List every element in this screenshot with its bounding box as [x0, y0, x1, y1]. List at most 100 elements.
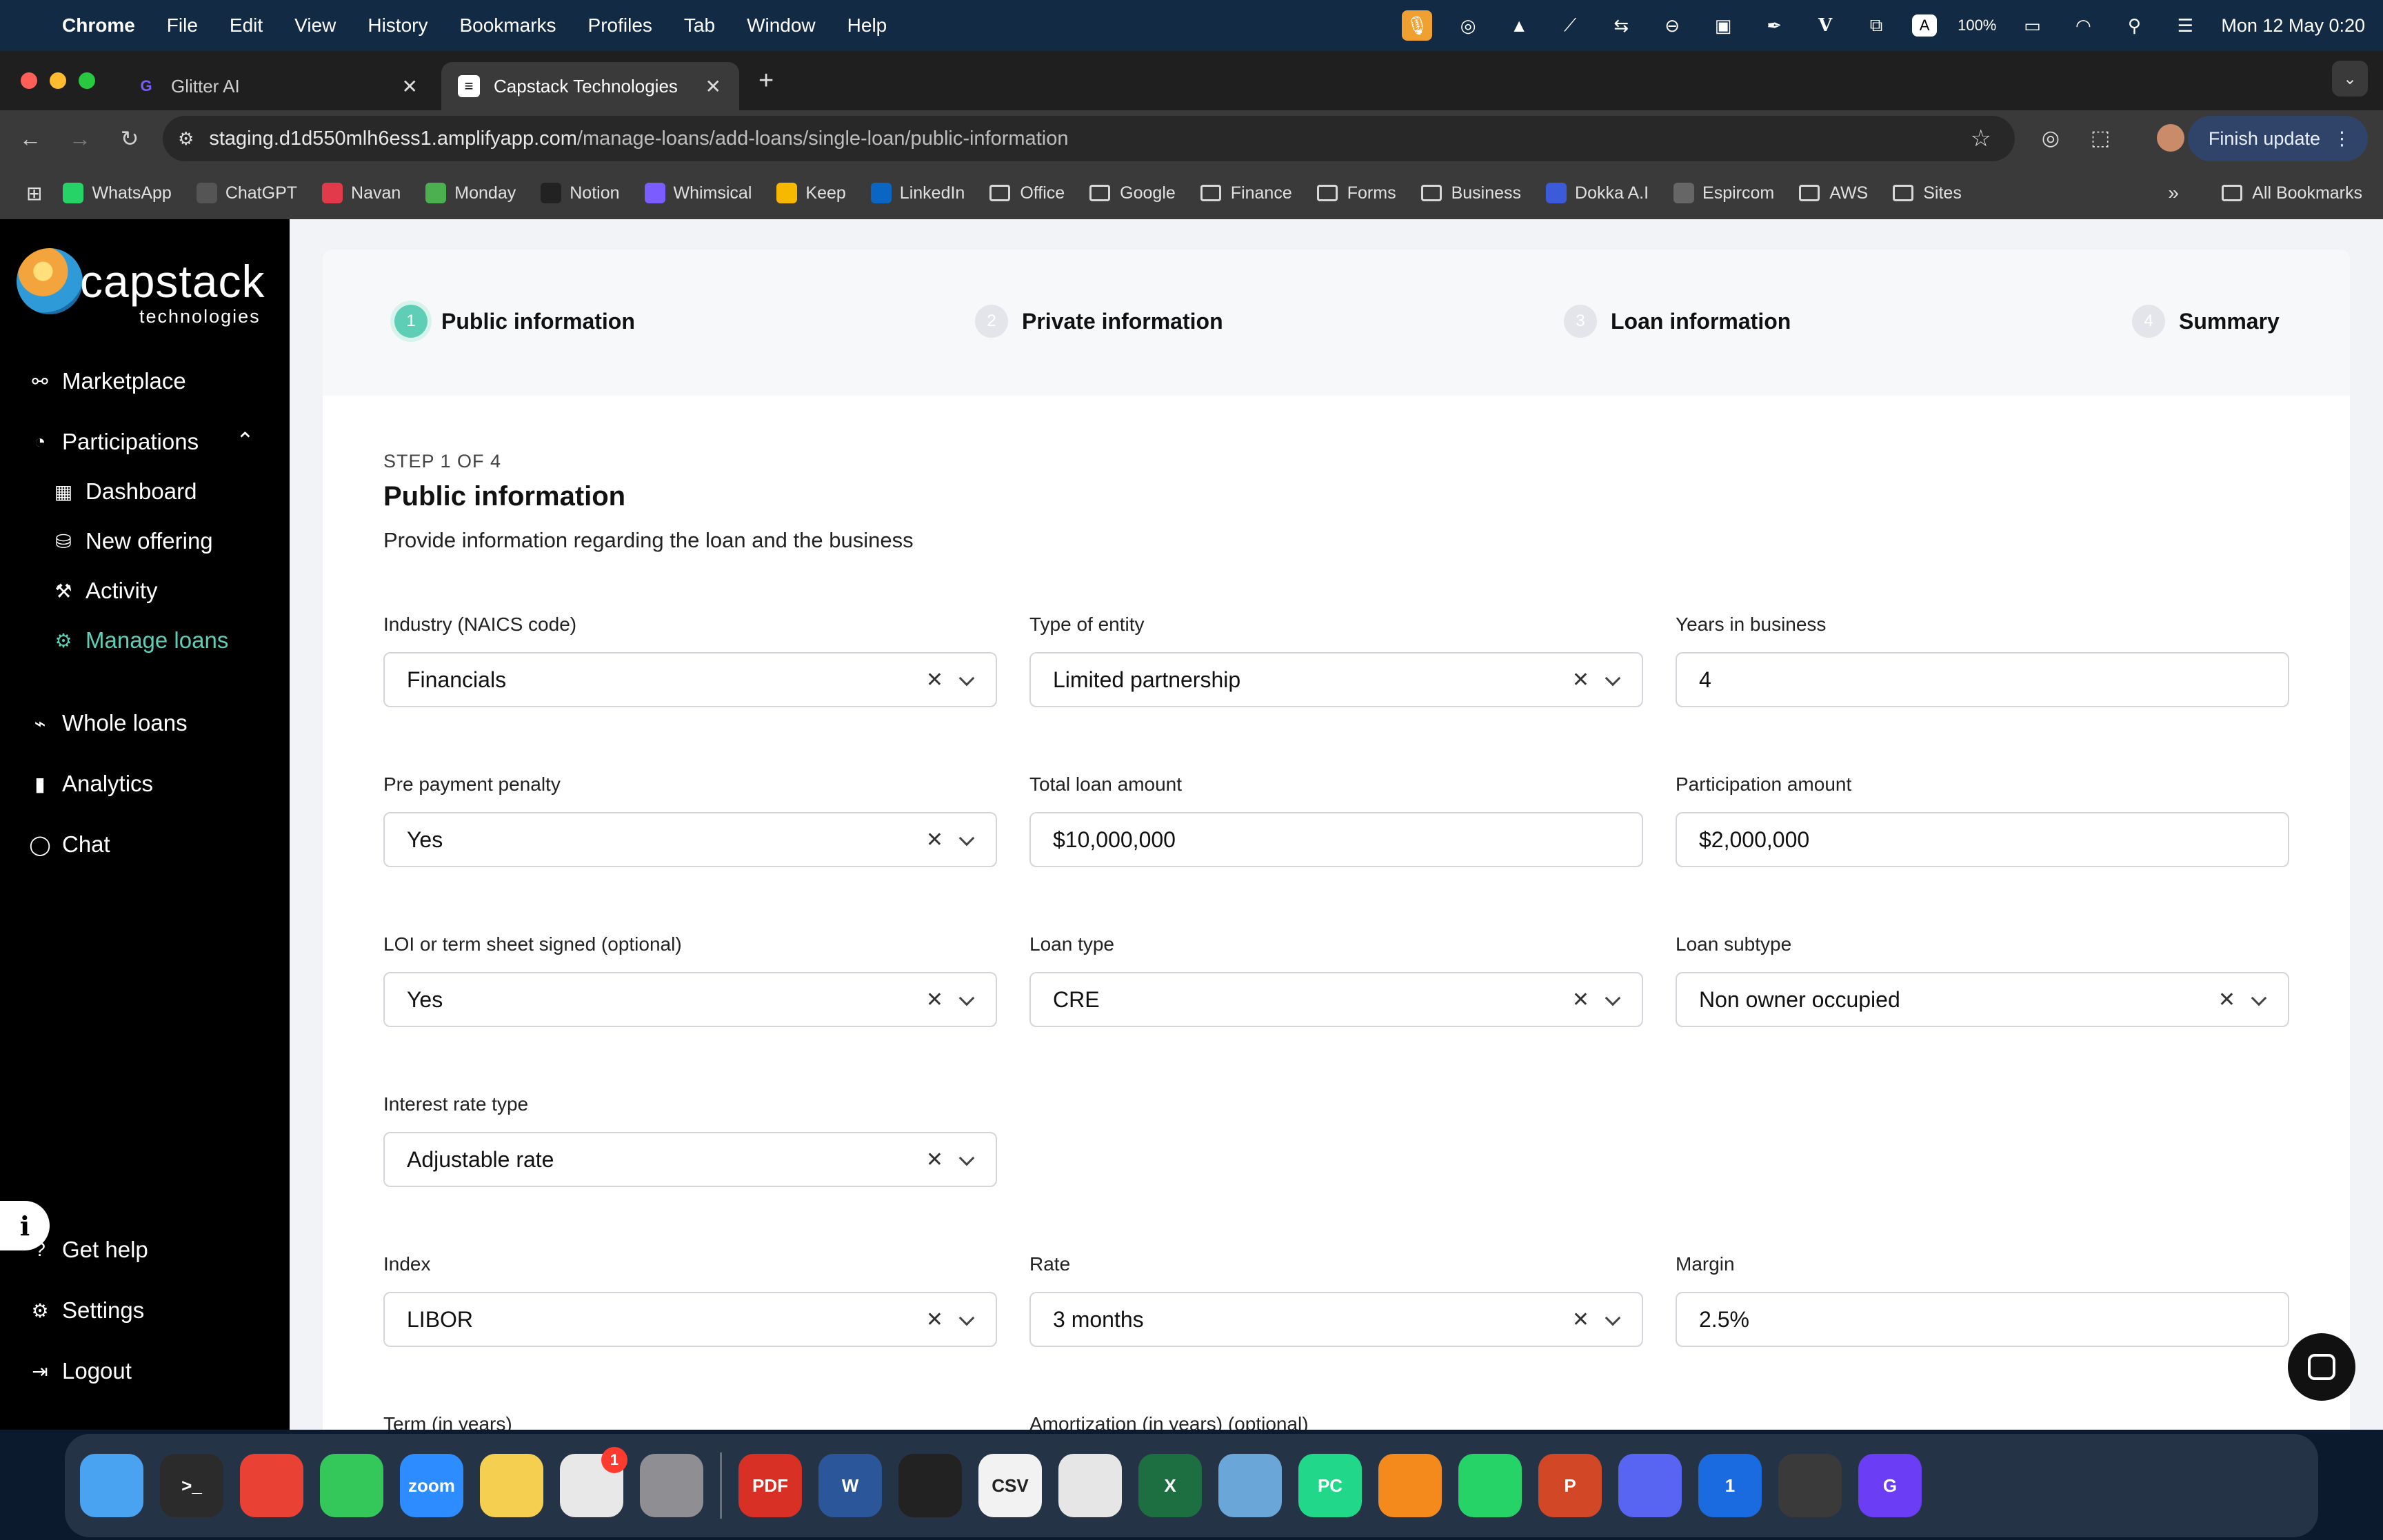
menu-file[interactable]: File — [167, 14, 198, 37]
excel-icon[interactable]: X — [1138, 1454, 1202, 1517]
close-tab-icon[interactable]: ✕ — [705, 75, 721, 98]
sidebar-item-manage-loans[interactable]: ⚙ Manage loans — [51, 627, 228, 654]
preview-icon[interactable] — [1218, 1454, 1282, 1517]
grammarly-extension-icon[interactable]: ◎ — [2035, 123, 2066, 153]
vlc-status-icon[interactable]: ▲ — [1504, 10, 1534, 41]
bookmark-item[interactable]: LinkedIn — [870, 183, 965, 203]
csv-editor-icon[interactable]: CSV — [978, 1454, 1042, 1517]
sidebar-item-dashboard[interactable]: ▦ Dashboard — [51, 478, 197, 505]
chevron-up-icon[interactable]: ⌃ — [236, 427, 254, 454]
minimize-window-icon[interactable] — [50, 72, 66, 89]
keyboard-layout-icon[interactable]: A — [1912, 14, 1938, 37]
zoom-icon[interactable]: zoom — [400, 1454, 463, 1517]
sidebar-item-whole-loans[interactable]: ⌁ Whole loans — [28, 710, 188, 736]
sidebar-item-get-help[interactable]: ? Get help — [28, 1237, 148, 1263]
apps-grid-icon[interactable]: ⊞ — [26, 182, 42, 205]
close-tab-icon[interactable]: ✕ — [402, 75, 418, 98]
stop-status-icon[interactable]: ⊖ — [1657, 10, 1687, 41]
bookmark-item[interactable]: Keep — [776, 183, 846, 203]
chevron-down-icon[interactable] — [958, 830, 975, 847]
chrome-icon[interactable] — [240, 1454, 303, 1517]
tab-glitter-ai[interactable]: G Glitter AI ✕ — [119, 62, 436, 110]
terminal-icon[interactable]: >_ — [160, 1454, 223, 1517]
clear-icon[interactable]: ✕ — [1572, 668, 1589, 692]
type-of-entity-select[interactable]: Limited partnership ✕ — [1029, 652, 1643, 707]
pre-payment-penalty-select[interactable]: Yes ✕ — [383, 812, 997, 867]
bookmark-item[interactable]: Finance — [1200, 183, 1292, 203]
powerpoint-icon[interactable]: P — [1538, 1454, 1602, 1517]
quicktime-icon[interactable] — [1778, 1454, 1842, 1517]
chevron-down-icon[interactable] — [958, 670, 975, 687]
sidebar-item-marketplace[interactable]: ⚯ Marketplace — [28, 368, 185, 394]
support-chat-button[interactable] — [2288, 1333, 2355, 1401]
clear-icon[interactable]: ✕ — [1572, 1308, 1589, 1332]
menu-tab[interactable]: Tab — [684, 14, 715, 37]
industry-select[interactable]: Financials ✕ — [383, 652, 997, 707]
new-tab-icon[interactable]: + — [758, 66, 774, 96]
chevron-down-icon[interactable] — [958, 1150, 975, 1166]
chevron-down-icon[interactable] — [1605, 990, 1621, 1006]
windows-status-icon[interactable]: ⧉ — [1861, 10, 1891, 41]
bookmark-star-icon[interactable]: ☆ — [1971, 125, 1991, 152]
tab-capstack[interactable]: ≡ Capstack Technologies ✕ — [441, 62, 739, 110]
bookmark-item[interactable]: Notion — [541, 183, 620, 203]
index-select[interactable]: LIBOR ✕ — [383, 1292, 997, 1347]
activity-monitor-icon[interactable] — [898, 1454, 962, 1517]
bookmark-item[interactable]: Whimsical — [644, 183, 752, 203]
bookmark-item[interactable]: Google — [1089, 183, 1176, 203]
search-icon[interactable]: ⚲ — [2119, 10, 2149, 41]
total-loan-amount-input[interactable]: $10,000,000 — [1029, 812, 1643, 867]
all-bookmarks-button[interactable]: All Bookmarks — [2222, 167, 2362, 219]
address-bar[interactable]: ⚙ staging.d1d550mlh6ess1.amplifyapp.com … — [163, 116, 2015, 161]
bookmark-item[interactable]: Forms — [1316, 183, 1396, 203]
tab-search-chevron-icon[interactable]: ⌄ — [2332, 61, 2368, 97]
sidebar-item-chat[interactable]: ◯ Chat — [28, 831, 110, 858]
slack-icon[interactable]: 1 — [560, 1447, 627, 1517]
screen-mirror-icon[interactable]: ▣ — [1708, 10, 1738, 41]
whatsapp-icon[interactable] — [1458, 1454, 1522, 1517]
menu-view[interactable]: View — [294, 14, 336, 37]
clear-icon[interactable]: ✕ — [926, 988, 943, 1012]
sidebar-item-activity[interactable]: ⚒ Activity — [51, 578, 157, 604]
step-summary[interactable]: 4 Summary — [2132, 305, 2280, 338]
feather-status-icon[interactable]: ⟋ — [1555, 10, 1585, 41]
textedit-icon[interactable] — [1058, 1454, 1122, 1517]
menu-window[interactable]: Window — [747, 14, 816, 37]
messages-icon[interactable] — [320, 1454, 383, 1517]
chevron-down-icon[interactable] — [958, 990, 975, 1006]
loi-or-term-sheet-signed-select[interactable]: Yes ✕ — [383, 972, 997, 1027]
sidebar-item-participations[interactable]: ◔ Participations — [28, 429, 199, 455]
back-arrow-icon[interactable]: ← — [6, 126, 55, 152]
1password-icon[interactable]: 1 — [1698, 1454, 1762, 1517]
bookmark-item[interactable]: Monday — [425, 183, 516, 203]
step-public-information[interactable]: 1 Public information — [394, 305, 635, 338]
chevron-down-icon[interactable] — [1605, 1310, 1621, 1326]
menu-profiles[interactable]: Profiles — [588, 14, 652, 37]
profile-avatar[interactable] — [2157, 124, 2184, 152]
bookmark-item[interactable]: ChatGPT — [196, 183, 297, 203]
menu-edit[interactable]: Edit — [230, 14, 263, 37]
years-in-business-input[interactable]: 4 — [1676, 652, 2289, 707]
microphone-icon[interactable]: 🎙 — [1402, 10, 1433, 41]
menu-help[interactable]: Help — [847, 14, 887, 37]
bookmark-item[interactable]: Office — [989, 183, 1065, 203]
maximize-window-icon[interactable] — [79, 72, 95, 89]
site-settings-icon[interactable]: ⚙ — [178, 128, 194, 150]
participation-amount-input[interactable]: $2,000,000 — [1676, 812, 2289, 867]
bookmark-item[interactable]: AWS — [1799, 183, 1868, 203]
glitter-icon[interactable]: G — [1858, 1454, 1922, 1517]
bookmark-item[interactable]: WhatsApp — [63, 183, 172, 203]
grammarly-status-icon[interactable]: ◎ — [1453, 10, 1483, 41]
quill-status-icon[interactable]: ✒ — [1759, 10, 1789, 41]
sidebar-item-new-offering[interactable]: ⛁ New offering — [51, 528, 212, 554]
finish-update-button[interactable]: Finish update ⋮ — [2187, 116, 2368, 161]
bookmark-item[interactable]: Espircom — [1673, 183, 1774, 203]
discord-icon[interactable] — [1618, 1454, 1682, 1517]
clear-icon[interactable]: ✕ — [926, 668, 943, 692]
pdf-icon[interactable]: PDF — [738, 1454, 802, 1517]
bookmark-item[interactable]: Sites — [1893, 183, 1962, 203]
margin-input[interactable]: 2.5% — [1676, 1292, 2289, 1347]
vlc-icon[interactable] — [1378, 1454, 1442, 1517]
menu-app-name[interactable]: Chrome — [62, 14, 135, 37]
clear-icon[interactable]: ✕ — [926, 1308, 943, 1332]
